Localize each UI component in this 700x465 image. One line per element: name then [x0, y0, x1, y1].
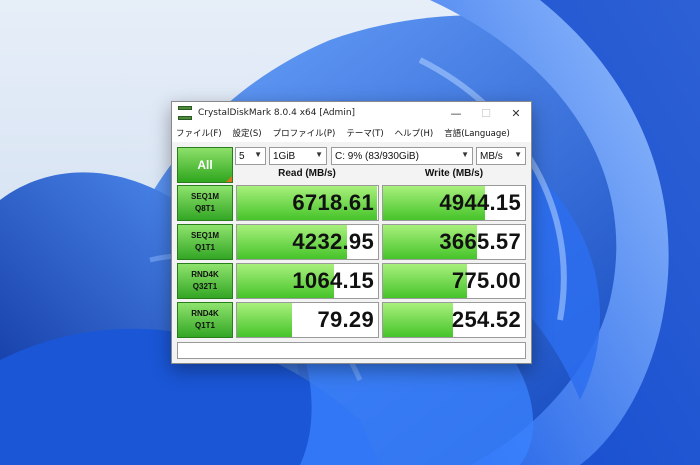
comment-field[interactable] [177, 342, 526, 359]
read-result-cell: 4232.95 [236, 224, 379, 260]
all-button-label: All [197, 158, 213, 172]
chevron-down-icon: ▼ [254, 150, 262, 159]
title-bar[interactable]: CrystalDiskMark 8.0.4 x64 [Admin] — ☐ ✕ [172, 102, 531, 124]
menu-settings[interactable]: 設定(S) [233, 127, 262, 139]
test-count-select[interactable]: 5 ▼ [235, 147, 266, 165]
write-result-value: 4944.15 [439, 190, 521, 215]
test-label-line1: RND4K [191, 309, 219, 318]
test-label-line1: SEQ1M [190, 231, 219, 240]
chevron-down-icon: ▼ [461, 150, 469, 159]
read-result-value: 1064.15 [292, 268, 374, 293]
write-result-cell: 3665.57 [382, 224, 526, 260]
test-label-line2: Q8T1 [194, 204, 215, 213]
all-button[interactable]: All [177, 147, 233, 183]
close-button[interactable]: ✕ [501, 102, 531, 124]
crystaldiskmark-window: CrystalDiskMark 8.0.4 x64 [Admin] — ☐ ✕ … [171, 101, 532, 364]
unit-value: MB/s [480, 150, 503, 162]
menu-file[interactable]: ファイル(F) [176, 127, 222, 139]
write-result-cell: 254.52 [382, 302, 526, 338]
drive-select[interactable]: C: 9% (83/930GiB) ▼ [331, 147, 473, 165]
test-label-line1: SEQ1M [190, 192, 219, 201]
test-button-seq1m-q8t1[interactable]: SEQ1M Q8T1 [177, 185, 233, 221]
benchmark-panel: All 5 ▼ 1GiB ▼ C: 9% (83/930GiB) ▼ MB/s … [172, 142, 531, 363]
read-result-value: 6718.61 [292, 190, 374, 215]
test-label-line1: RND4K [191, 270, 219, 279]
drive-value: C: 9% (83/930GiB) [335, 150, 419, 162]
test-label-line2: Q1T1 [194, 243, 215, 252]
read-progress-bar [237, 303, 292, 337]
write-progress-bar [383, 303, 453, 337]
read-result-value: 4232.95 [292, 229, 374, 254]
test-size-select[interactable]: 1GiB ▼ [269, 147, 327, 165]
write-result-value: 775.00 [451, 268, 521, 293]
maximize-button[interactable]: ☐ [471, 102, 501, 124]
test-button-seq1m-q1t1[interactable]: SEQ1M Q1T1 [177, 224, 233, 260]
write-column-header: Write (MB/s) [424, 168, 484, 179]
chevron-down-icon: ▼ [514, 150, 522, 159]
menu-language[interactable]: 言語(Language) [444, 127, 510, 139]
test-button-rnd4k-q32t1[interactable]: RND4K Q32T1 [177, 263, 233, 299]
read-result-cell: 79.29 [236, 302, 379, 338]
unit-select[interactable]: MB/s ▼ [476, 147, 526, 165]
menu-profile[interactable]: プロファイル(P) [273, 127, 336, 139]
corner-marker-icon [226, 176, 232, 182]
write-result-cell: 775.00 [382, 263, 526, 299]
read-result-value: 79.29 [317, 307, 374, 332]
chevron-down-icon: ▼ [315, 150, 323, 159]
read-result-cell: 1064.15 [236, 263, 379, 299]
read-result-cell: 6718.61 [236, 185, 379, 221]
test-count-value: 5 [239, 150, 245, 162]
menu-bar: ファイル(F) 設定(S) プロファイル(P) テーマ(T) ヘルプ(H) 言語… [172, 124, 531, 142]
test-size-value: 1GiB [273, 150, 296, 162]
window-controls: — ☐ ✕ [441, 102, 531, 124]
write-result-value: 3665.57 [439, 229, 521, 254]
test-label-line2: Q32T1 [192, 282, 218, 291]
test-button-rnd4k-q1t1[interactable]: RND4K Q1T1 [177, 302, 233, 338]
menu-help[interactable]: ヘルプ(H) [395, 127, 434, 139]
read-column-header: Read (MB/s) [278, 168, 336, 179]
app-icon [178, 106, 192, 120]
write-result-value: 254.52 [451, 307, 521, 332]
window-title: CrystalDiskMark 8.0.4 x64 [Admin] [198, 108, 356, 118]
write-result-cell: 4944.15 [382, 185, 526, 221]
menu-theme[interactable]: テーマ(T) [346, 127, 383, 139]
test-label-line2: Q1T1 [194, 321, 215, 330]
minimize-button[interactable]: — [441, 102, 471, 124]
